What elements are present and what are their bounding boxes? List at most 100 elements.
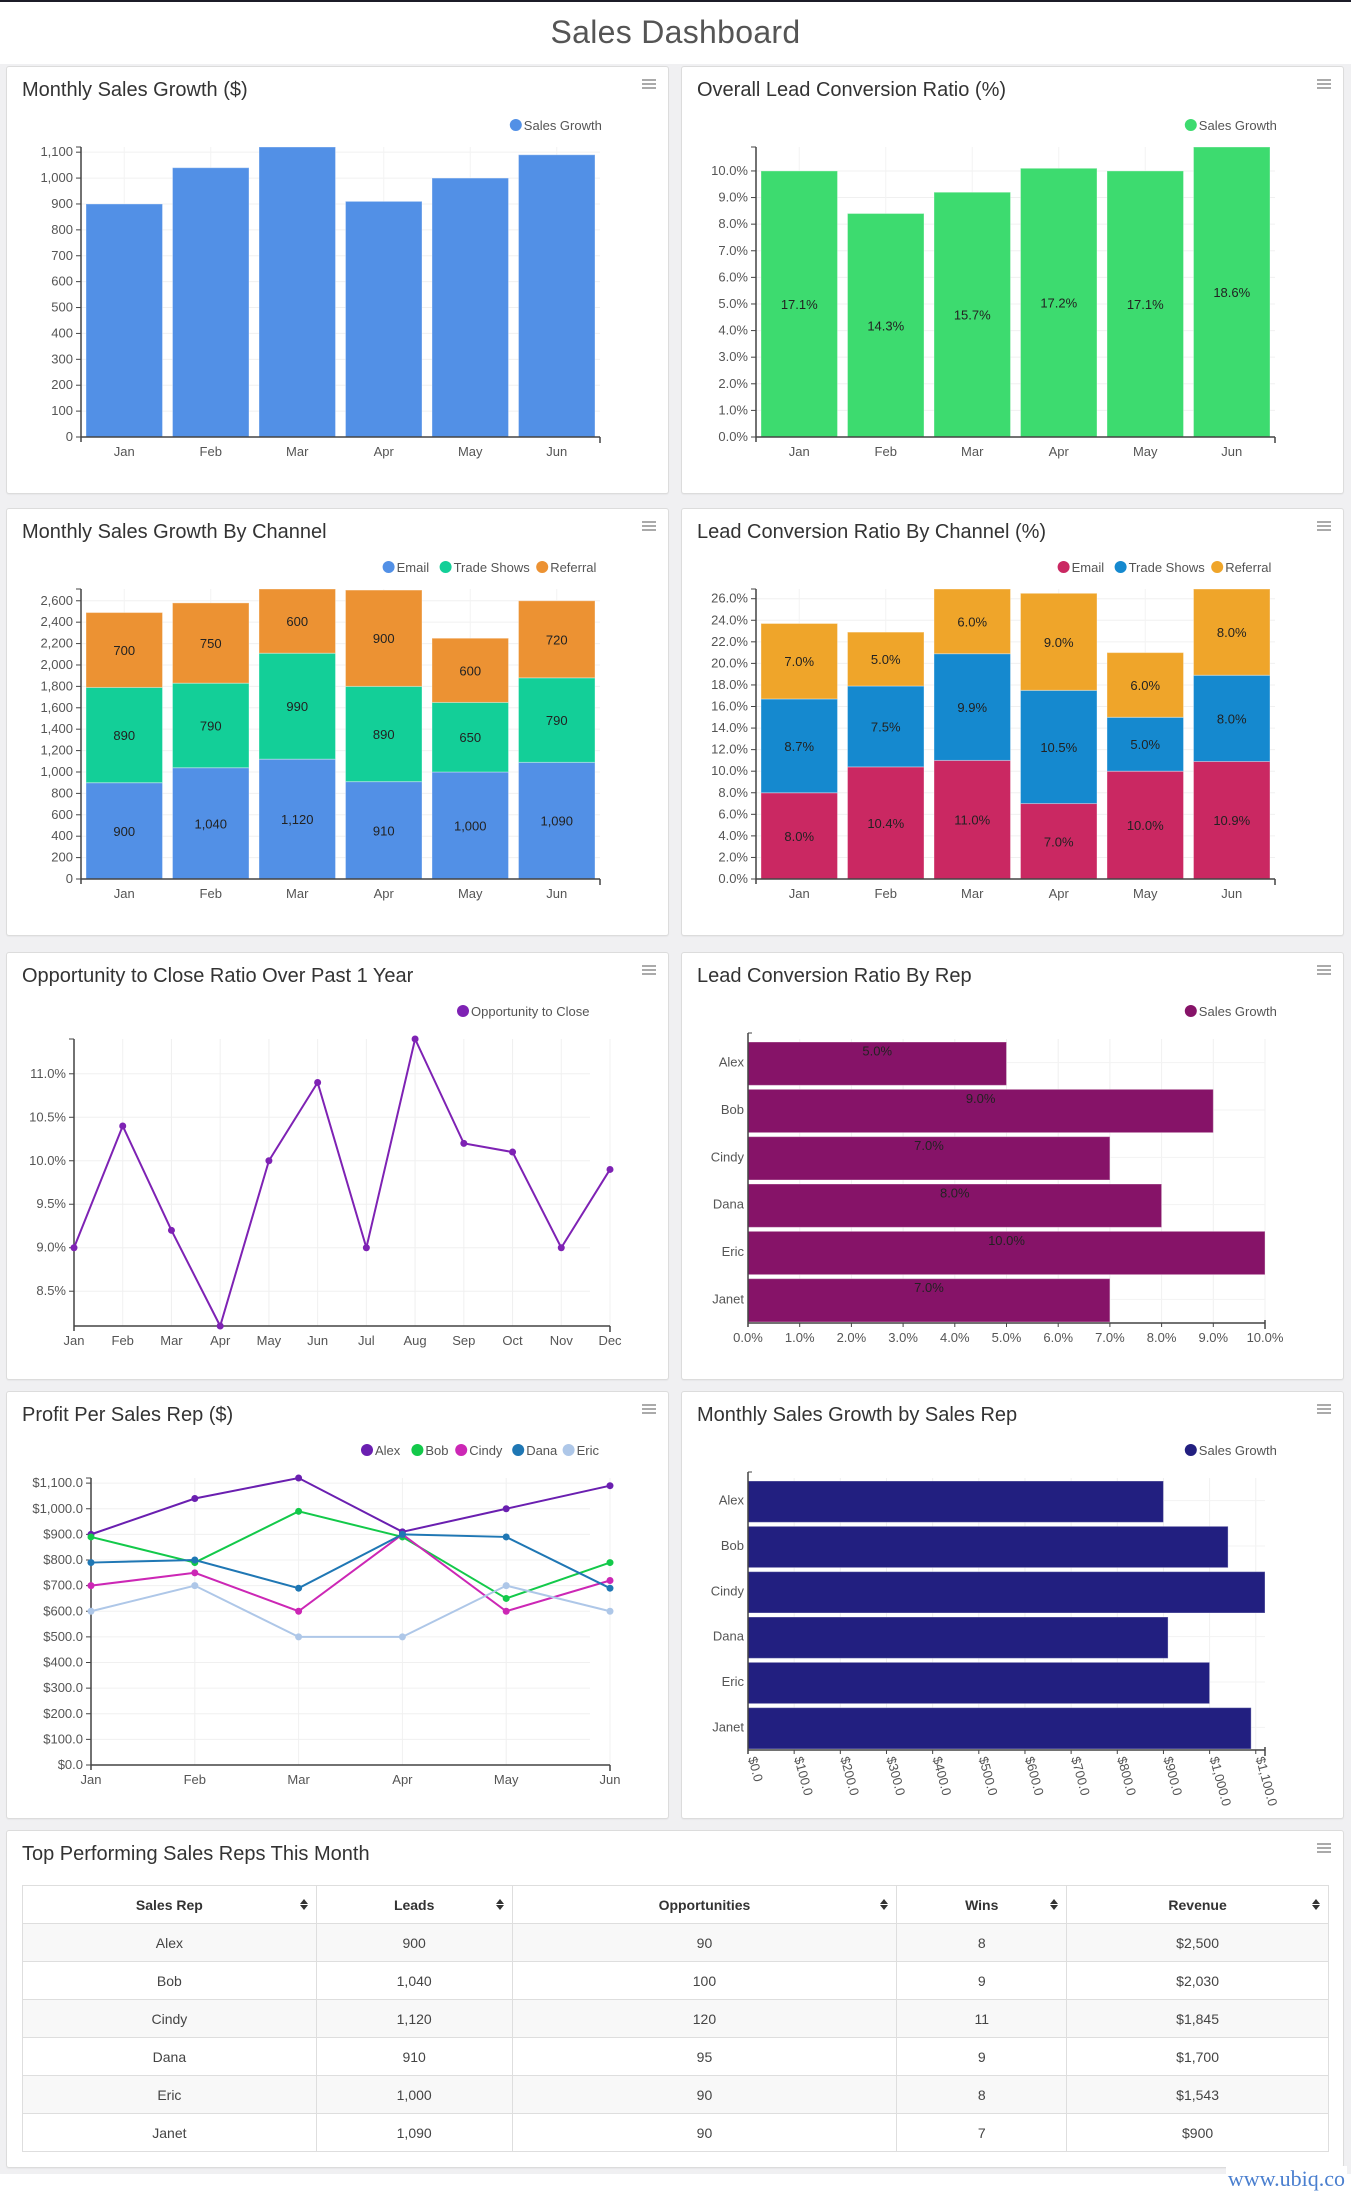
column-header-sales-rep[interactable]: Sales Rep — [22, 1885, 317, 1924]
point-bob-may — [502, 1594, 510, 1602]
y-tick-label: 2,600 — [40, 593, 73, 608]
data-label: 1,090 — [540, 814, 573, 829]
data-label: 9.9% — [957, 700, 987, 715]
cell-sales-rep: Alex — [22, 1923, 317, 1962]
column-label: Revenue — [1168, 1896, 1227, 1913]
legend-marker-cindy — [455, 1444, 468, 1456]
x-tick-label: Feb — [200, 886, 222, 901]
x-tick-label: 10.0% — [1247, 1330, 1284, 1345]
bar-sales-growth-jun — [518, 154, 596, 438]
legend-label: Opportunity to Close — [471, 1004, 590, 1019]
y-tick-label: 900 — [51, 196, 73, 211]
cell-opportunities: 90 — [511, 1923, 898, 1962]
y-tick-label: 200 — [51, 377, 73, 392]
sort-icon[interactable] — [1050, 1898, 1059, 1912]
y-tick-label: 600 — [51, 807, 73, 822]
legend-label: Eric — [577, 1443, 600, 1458]
column-header-opportunities[interactable]: Opportunities — [511, 1885, 898, 1924]
x-tick-label: Mar — [961, 886, 984, 901]
sort-icon[interactable] — [1312, 1898, 1320, 1912]
y-tick-label: 1,000 — [40, 764, 73, 779]
opportunity-to-close-chart: 8.5% 9.0% 9.5% 10.0% 10.5% 11.0% Jan Feb Mar Apr M… — [29, 1004, 622, 1348]
legend-label: Referral — [1225, 560, 1271, 575]
x-tick-label: 7.0% — [1095, 1330, 1125, 1345]
cell-revenue: $900 — [1066, 2113, 1329, 2152]
y-tick-label: 0 — [66, 429, 73, 444]
y-tick-label: Cindy — [711, 1149, 745, 1164]
x-tick-label: $400.0 — [930, 1755, 955, 1797]
y-tick-label: $300.0 — [43, 1680, 83, 1695]
y-tick-label: 3.0% — [718, 349, 748, 364]
data-label: 7.5% — [871, 719, 901, 734]
sort-icon[interactable] — [880, 1898, 889, 1912]
column-header-wins[interactable]: Wins — [896, 1885, 1068, 1924]
data-label: 11.0% — [954, 813, 990, 828]
y-tick-label: 20.0% — [711, 655, 748, 670]
column-header-revenue[interactable]: Revenue — [1066, 1885, 1329, 1924]
data-label: 700 — [113, 643, 135, 658]
legend-marker-email — [382, 561, 395, 573]
y-tick-label: 2,400 — [40, 614, 73, 629]
data-label: 18.6% — [1213, 285, 1250, 300]
bar-bob — [747, 1525, 1229, 1569]
x-tick-label: 5.0% — [992, 1330, 1022, 1345]
column-label: Leads — [393, 1896, 435, 1913]
y-tick-label: 12.0% — [711, 742, 748, 757]
x-tick-label: Jun — [1221, 444, 1242, 459]
line-series-alex — [90, 1476, 611, 1536]
data-label: 7.0% — [914, 1138, 944, 1153]
cell-wins: 7 — [896, 2113, 1068, 2152]
hamburger-menu-icon[interactable] — [1317, 1843, 1331, 1855]
y-tick-label: $400.0 — [43, 1655, 83, 1670]
cell-wins: 9 — [896, 1961, 1068, 2000]
x-tick-label: Apr — [374, 444, 395, 459]
cell-leads: 1,000 — [315, 2075, 513, 2114]
chart-card-profit-per-rep: Profit Per Sales Rep ($) $0.0 $100.0 $200.… — [6, 1391, 669, 1819]
cell-revenue: $1,845 — [1066, 1999, 1329, 2038]
point-bob-jan — [87, 1533, 95, 1541]
chart-card-overall-lead-conversion: Overall Lead Conversion Ratio (%) 0.0% 1.… — [681, 66, 1344, 494]
data-label: 750 — [200, 636, 222, 651]
data-label: 5.0% — [1130, 737, 1160, 752]
bar-sales-growth-mar — [258, 146, 336, 438]
table-row: Alex 900 90 8 $2,500 — [22, 1923, 1329, 1962]
y-tick-label: 2,200 — [40, 636, 73, 651]
point-dana-apr — [398, 1530, 406, 1538]
y-tick-label: 400 — [51, 325, 73, 340]
sort-icon[interactable] — [299, 1898, 308, 1912]
table-row: Bob 1,040 100 9 $2,030 — [22, 1961, 1329, 2000]
column-label: Opportunities — [658, 1896, 751, 1913]
column-header-leads[interactable]: Leads — [315, 1885, 513, 1924]
data-label: 10.9% — [1213, 813, 1250, 828]
point-opportunity-to-close-aug — [411, 1035, 419, 1043]
page-title: Sales Dashboard — [550, 14, 801, 50]
point-cindy-jan — [87, 1582, 95, 1590]
point-cindy-may — [502, 1607, 510, 1615]
y-tick-label: 9.0% — [718, 190, 748, 205]
x-tick-label: Jan — [114, 886, 135, 901]
point-opportunity-to-close-dec — [606, 1165, 614, 1173]
y-tick-label: Alex — [719, 1493, 745, 1508]
sales-growth-by-channel-chart: 0 200 400 600 800 1,000 1,200 1,400 1,600 1,800 2,… — [40, 560, 601, 901]
y-tick-label: Bob — [721, 1538, 744, 1553]
point-eric-jun — [606, 1607, 614, 1615]
footer-website-link[interactable]: www.ubiq.co — [1225, 2166, 1347, 2192]
y-tick-label: Janet — [712, 1719, 744, 1734]
sort-icon[interactable] — [495, 1898, 504, 1912]
chart-card-monthly-sales-growth: Monthly Sales Growth ($) 0 100 200 300 400 50… — [6, 66, 669, 494]
x-tick-label: Feb — [112, 1333, 134, 1348]
legend-marker-referral — [536, 561, 549, 573]
data-label: 8.0% — [1217, 711, 1247, 726]
cell-wins: 8 — [896, 1923, 1068, 1962]
table-header-row: Sales Rep Leads Opportunities Wins Reven… — [22, 1885, 1329, 1924]
x-tick-label: Mar — [286, 886, 309, 901]
data-label: 1,040 — [194, 816, 227, 831]
x-tick-label: 9.0% — [1198, 1330, 1228, 1345]
y-tick-label: 8.5% — [36, 1283, 66, 1298]
cell-sales-rep: Dana — [22, 2037, 317, 2076]
data-label: 5.0% — [871, 652, 901, 667]
point-opportunity-to-close-feb — [119, 1122, 127, 1130]
x-tick-label: Apr — [374, 886, 395, 901]
x-tick-label: $500.0 — [976, 1755, 1001, 1797]
cell-revenue: $2,500 — [1066, 1923, 1329, 1962]
